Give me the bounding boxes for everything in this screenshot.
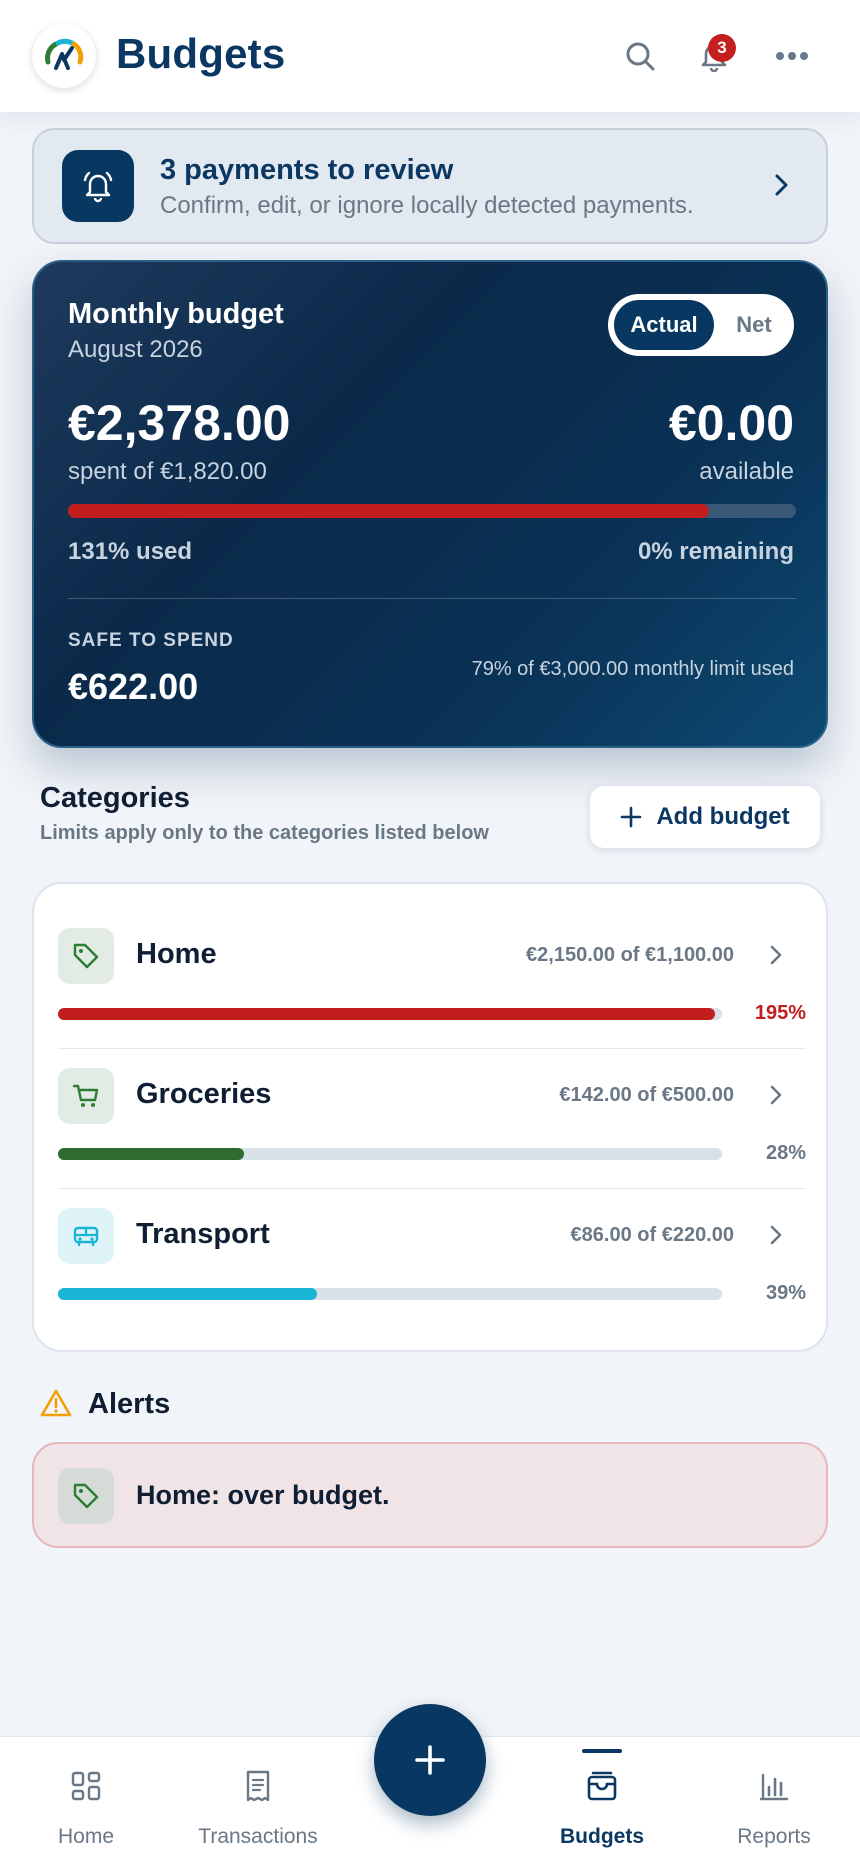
nav-item-transactions[interactable]: Transactions	[172, 1737, 344, 1864]
cart-icon	[72, 1084, 99, 1107]
receipt-icon	[246, 1770, 270, 1802]
category-name: Transport	[136, 1218, 270, 1250]
review-icon-box	[62, 150, 134, 222]
budget-month: August 2026	[68, 336, 203, 363]
category-icon-box	[58, 1208, 114, 1264]
category-icon-box	[58, 928, 114, 984]
alert-icon-box	[58, 1468, 114, 1524]
alert-text: Home: over budget.	[136, 1480, 390, 1510]
budget-progress-fill	[68, 504, 709, 518]
spent-of-label: spent of €1,820.00	[68, 458, 267, 485]
category-icon-box	[58, 1068, 114, 1124]
available-amount: €0.00	[668, 395, 794, 451]
category-progress-track	[58, 1288, 722, 1300]
category-name: Home	[136, 938, 217, 970]
review-subtitle: Confirm, edit, or ignore locally detecte…	[160, 192, 694, 219]
active-indicator	[582, 1749, 622, 1753]
tag-icon	[73, 943, 99, 969]
page-title: Budgets	[116, 30, 286, 77]
category-progress-track	[58, 1148, 722, 1160]
tag-icon	[73, 1483, 99, 1509]
remaining-label: 0% remaining	[637, 538, 794, 565]
category-progress-fill	[58, 1288, 317, 1300]
plus-icon	[415, 1745, 445, 1775]
nav-item-budgets[interactable]: Budgets	[516, 1737, 688, 1864]
wallet-icon	[587, 1771, 617, 1801]
bus-icon	[73, 1226, 99, 1247]
chevron-right-icon	[770, 1225, 782, 1245]
category-row-transport[interactable]: Transport €86.00 of €220.00 39%	[34, 1164, 830, 1304]
toggle-actual[interactable]: Actual	[614, 300, 714, 350]
nav-label: Reports	[737, 1825, 811, 1848]
alert-item[interactable]: Home: over budget.	[32, 1442, 828, 1548]
plus-icon	[621, 806, 642, 828]
category-name: Groceries	[136, 1078, 272, 1110]
safe-to-spend-amount: €622.00	[68, 666, 199, 707]
actual-net-toggle: Actual Net	[608, 294, 794, 356]
search-icon	[626, 42, 655, 71]
categories-heading: Categories	[40, 782, 190, 814]
bell-ring-icon	[83, 171, 113, 203]
alerts-heading: Alerts	[88, 1388, 171, 1420]
category-amount: €142.00 of €500.00	[559, 1084, 734, 1106]
add-budget-label: Add budget	[656, 803, 790, 830]
category-percent: 28%	[765, 1142, 806, 1164]
add-transaction-fab[interactable]	[374, 1704, 486, 1816]
category-row-home[interactable]: Home €2,150.00 of €1,100.00 195%	[34, 884, 830, 1024]
nav-label: Home	[57, 1825, 115, 1848]
nav-label: Transactions	[198, 1825, 318, 1848]
add-budget-button[interactable]: Add budget	[590, 786, 820, 848]
chevron-right-icon	[770, 945, 782, 965]
grid-icon	[71, 1771, 101, 1801]
nav-item-reports[interactable]: Reports	[688, 1737, 860, 1864]
chevron-right-icon	[775, 174, 788, 196]
notification-badge: 3	[708, 34, 736, 62]
bar-chart-icon	[759, 1773, 789, 1801]
budget-title: Monthly budget	[68, 298, 284, 330]
nav-label: Budgets	[560, 1825, 644, 1848]
warning-icon	[40, 1389, 72, 1417]
nav-item-home[interactable]: Home	[0, 1737, 172, 1864]
app-logo	[32, 24, 96, 88]
categories-list: Home €2,150.00 of €1,100.00 195% Groceri…	[32, 882, 828, 1352]
available-label: available	[699, 458, 794, 485]
monthly-budget-card: Monthly budget August 2026 Actual Net €2…	[32, 260, 828, 748]
search-button[interactable]	[618, 34, 662, 78]
categories-subheading: Limits apply only to the categories list…	[40, 822, 489, 844]
card-divider	[68, 598, 796, 599]
budget-progress-track	[68, 504, 796, 518]
used-label: 131% used	[68, 538, 193, 565]
category-progress-track	[58, 1008, 722, 1020]
gauge-logo-icon	[45, 38, 84, 70]
category-percent: 195%	[754, 1002, 806, 1024]
app-header: Budgets 3	[0, 0, 860, 112]
category-percent: 39%	[765, 1282, 806, 1304]
more-horizontal-icon	[776, 52, 808, 60]
payments-review-banner[interactable]: 3 payments to review Confirm, edit, or i…	[32, 128, 828, 244]
category-progress-fill	[58, 1008, 716, 1020]
category-row-groceries[interactable]: Groceries €142.00 of €500.00 28%	[34, 1024, 830, 1164]
toggle-net[interactable]: Net	[720, 300, 788, 350]
more-options-button[interactable]	[770, 34, 814, 78]
spent-amount: €2,378.00	[68, 395, 291, 451]
review-title: 3 payments to review	[160, 154, 454, 186]
chevron-right-icon	[770, 1085, 782, 1105]
monthly-limit-label: 79% of €3,000.00 monthly limit used	[471, 658, 794, 680]
safe-to-spend-label: SAFE TO SPEND	[68, 630, 234, 651]
category-amount: €2,150.00 of €1,100.00	[526, 944, 734, 966]
category-amount: €86.00 of €220.00	[570, 1224, 734, 1246]
category-progress-fill	[58, 1148, 244, 1160]
